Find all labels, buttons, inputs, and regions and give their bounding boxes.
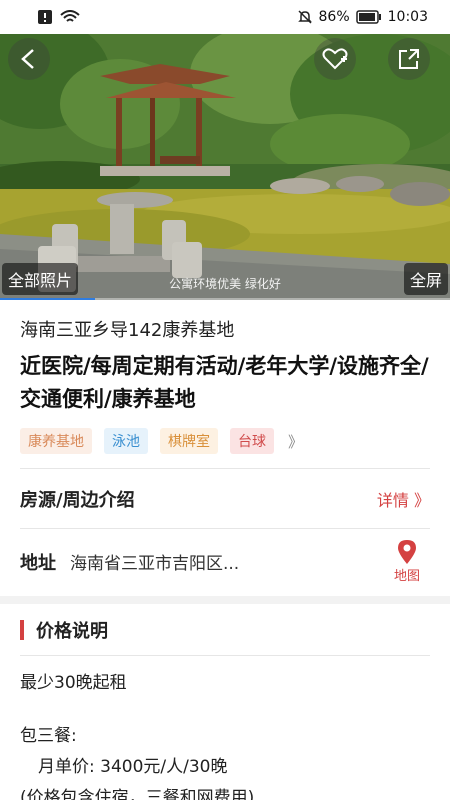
price-note-text: (价格包含住宿，三餐和网费用): [20, 788, 255, 800]
map-pin-icon: [398, 540, 416, 564]
address-value: 海南省三亚市吉阳区...: [70, 554, 240, 574]
meals-text: 包三餐:: [20, 726, 77, 746]
tag-item: 台球: [230, 428, 274, 454]
tag-item: 康养基地: [20, 428, 92, 454]
clock: 10:03: [387, 9, 428, 25]
listing-title: 近医院/每周定期有活动/老年大学/设施齐全/交通便利/康养基地: [20, 354, 429, 411]
alert-icon: [38, 10, 52, 24]
battery-percent: 86%: [318, 9, 350, 25]
listing-info: 海南三亚乡导142康养基地 近医院/每周定期有活动/老年大学/设施齐全/交通便利…: [0, 300, 450, 454]
heart-add-icon: [322, 48, 348, 70]
status-right: 86% 10:03: [297, 9, 428, 25]
back-button[interactable]: [8, 38, 50, 80]
hero-photo[interactable]: 全部照片 公寓环境优美 绿化好 全屏: [0, 34, 450, 300]
mute-bell-icon: [297, 9, 313, 25]
status-left: [38, 10, 80, 24]
house-intro-row[interactable]: 房源/周边介绍 详情 》: [20, 468, 430, 528]
price-title: 价格说明: [36, 620, 108, 642]
map-label: 地图: [393, 569, 420, 584]
address-row: 地址 海南省三亚市吉阳区... 地图: [20, 528, 430, 594]
share-button[interactable]: [388, 38, 430, 80]
back-arrow-icon: [21, 49, 34, 69]
section-divider: [0, 596, 450, 604]
battery-icon: [355, 10, 382, 24]
photo-caption: 公寓环境优美 绿化好: [169, 277, 281, 291]
tag-item: 棋牌室: [160, 428, 218, 454]
monthly-price-text: 月单价: 3400元/人/30晚: [38, 757, 228, 777]
share-icon: [399, 49, 419, 69]
fullscreen-button[interactable]: 全屏: [403, 263, 448, 295]
house-intro-label: 房源/周边介绍: [20, 489, 135, 511]
detail-link[interactable]: 详情 》: [377, 487, 430, 511]
status-bar: 86% 10:03: [0, 0, 450, 34]
price-body: 最少30晚起租 包三餐: 月单价: 3400元/人/30晚 (价格包含住宿，三餐…: [20, 668, 430, 800]
tags-more-button[interactable]: 》: [288, 431, 303, 452]
tag-list: 康养基地 泳池 棋牌室 台球 》: [20, 428, 430, 454]
address-label: 地址: [20, 552, 56, 574]
favorite-button[interactable]: [314, 38, 356, 80]
accent-bar: [20, 619, 24, 640]
wifi-icon: [60, 10, 80, 24]
tag-item: 泳池: [104, 428, 148, 454]
min-stay-text: 最少30晚起租: [20, 673, 127, 693]
listing-subtitle: 海南三亚乡导142康养基地: [20, 320, 235, 341]
price-header: 价格说明: [20, 604, 430, 656]
map-button[interactable]: 地图: [384, 539, 430, 584]
garden-pond-photo: [0, 34, 450, 300]
